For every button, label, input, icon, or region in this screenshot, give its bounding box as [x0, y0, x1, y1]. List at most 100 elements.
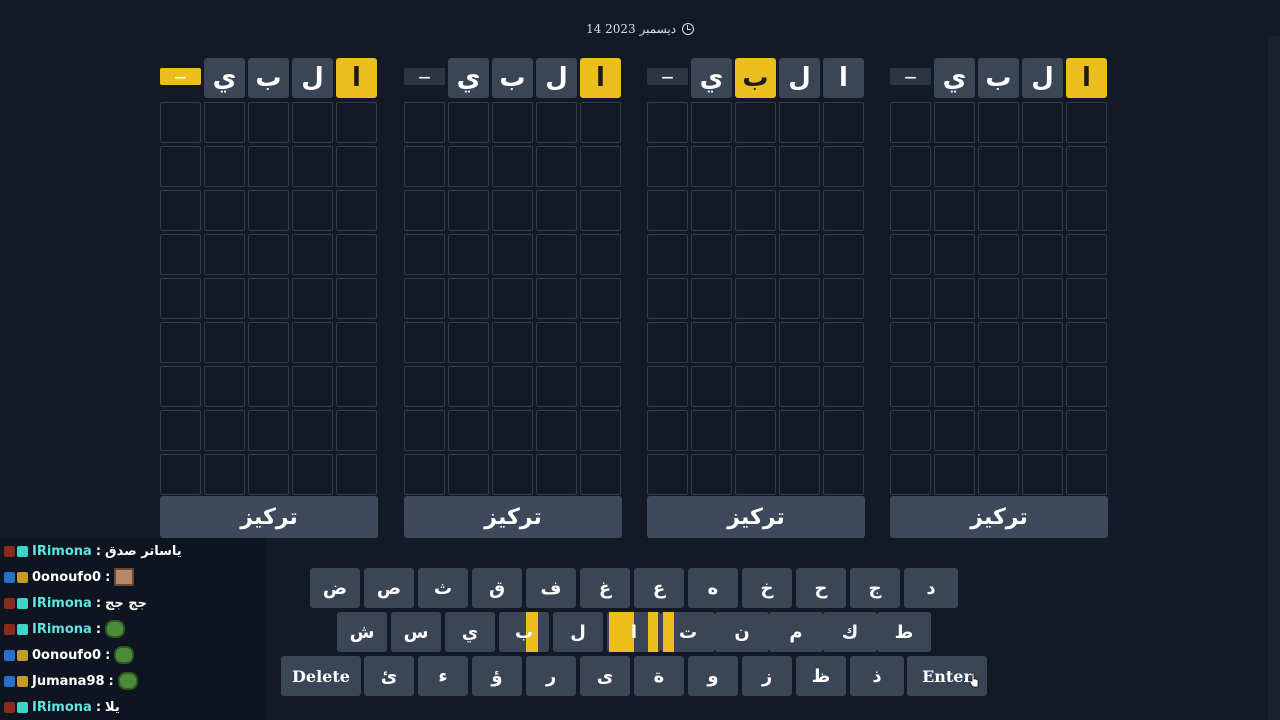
grid-cell [647, 454, 688, 495]
grid-cell [160, 366, 201, 407]
key[interactable]: و [688, 656, 738, 696]
chat-message: 0onoufo0: [4, 564, 135, 590]
key[interactable]: ك [823, 612, 877, 652]
focus-button[interactable]: تركيز [647, 496, 865, 538]
key[interactable]: ي [445, 612, 495, 652]
clock-icon [681, 23, 694, 35]
delete-key[interactable]: Delete [281, 656, 361, 696]
grid-cell [1022, 234, 1063, 275]
grid-cell [580, 410, 621, 451]
key[interactable]: ف [526, 568, 576, 608]
key[interactable]: ظ [796, 656, 846, 696]
key-ba[interactable]: ب [499, 612, 549, 652]
grid-cell [404, 190, 445, 231]
key[interactable]: خ [742, 568, 792, 608]
grid-cell [580, 454, 621, 495]
grid-cell [160, 190, 201, 231]
chat-overlay: IRimona: ياساتر صدق 0onoufo0: IRimona: ج… [0, 538, 266, 720]
key[interactable]: د [904, 568, 958, 608]
key[interactable]: ر [526, 656, 576, 696]
grid-cell [248, 146, 289, 187]
grid-cell [735, 322, 776, 363]
key[interactable]: ة [634, 656, 684, 696]
grid-cell [823, 410, 864, 451]
hand-cursor-icon [969, 672, 979, 688]
grid-cell [204, 146, 245, 187]
dash-glyph: — [174, 69, 187, 84]
grid-cell [292, 102, 333, 143]
subscriber-badge-icon [17, 545, 28, 557]
key[interactable]: م [769, 612, 823, 652]
key[interactable]: ئ [364, 656, 414, 696]
dash-glyph: — [904, 69, 917, 84]
key[interactable]: ل [553, 612, 603, 652]
header-dash-tile: — [160, 68, 201, 85]
grid-cell [1066, 234, 1107, 275]
grid-cell [248, 102, 289, 143]
key[interactable]: ن [715, 612, 769, 652]
grid-cell [448, 102, 489, 143]
key[interactable]: ج [850, 568, 900, 608]
header-letter-tile: ل [779, 58, 820, 98]
grid-cell [580, 278, 621, 319]
chat-username: IRimona [32, 543, 92, 559]
key[interactable]: ذ [850, 656, 904, 696]
page-scrollbar[interactable] [1268, 36, 1280, 720]
key[interactable]: ح [796, 568, 846, 608]
focus-button[interactable]: تركيز [890, 496, 1108, 538]
chat-username: 0onoufo0 [32, 647, 102, 663]
grid-cell [336, 366, 377, 407]
grid-cell [160, 234, 201, 275]
key[interactable]: ز [742, 656, 792, 696]
key[interactable]: ص [364, 568, 414, 608]
key[interactable]: ء [418, 656, 468, 696]
grid-cell [492, 322, 533, 363]
grid-cell [779, 278, 820, 319]
grid-cell [336, 234, 377, 275]
key[interactable]: ؤ [472, 656, 522, 696]
grid-cell [448, 410, 489, 451]
key[interactable]: ع [634, 568, 684, 608]
key[interactable]: ث [418, 568, 468, 608]
grid-cell [1066, 278, 1107, 319]
guess-grid [890, 102, 1107, 495]
grid-cell [890, 410, 931, 451]
chat-message: IRimona: جج جج [4, 590, 147, 616]
grid-cell [336, 278, 377, 319]
grid-cell [1022, 278, 1063, 319]
grid-cell [978, 234, 1019, 275]
subscriber-badge-icon [17, 571, 28, 583]
key[interactable]: ى [580, 656, 630, 696]
grid-cell [691, 190, 732, 231]
grid-cell [978, 146, 1019, 187]
grid-cell [204, 102, 245, 143]
board-header: — ي ب ل ا [890, 58, 1108, 98]
key[interactable]: ق [472, 568, 522, 608]
key[interactable]: ض [310, 568, 360, 608]
grid-cell [448, 234, 489, 275]
grid-cell [536, 102, 577, 143]
grid-cell [779, 366, 820, 407]
key[interactable]: غ [580, 568, 630, 608]
key[interactable]: س [391, 612, 441, 652]
board-2: — ي ب ل ا تركيز [404, 58, 622, 538]
key[interactable]: ه [688, 568, 738, 608]
focus-button[interactable]: تركيز [404, 496, 622, 538]
moderator-badge-icon [4, 597, 15, 609]
grid-cell [779, 190, 820, 231]
grid-cell [735, 102, 776, 143]
frog-emote-icon [114, 646, 135, 664]
key-ta[interactable]: ت [661, 612, 715, 652]
focus-button[interactable]: تركيز [160, 496, 378, 538]
header-dash-tile: — [404, 68, 445, 85]
key-alif[interactable]: ا [607, 612, 661, 652]
key[interactable]: ط [877, 612, 931, 652]
date-header: 14 ديسمبر 2023 [0, 22, 1280, 36]
grid-cell [691, 410, 732, 451]
grid-cell [536, 190, 577, 231]
header-dash-tile: — [890, 68, 931, 85]
grid-cell [934, 102, 975, 143]
grid-cell [1022, 410, 1063, 451]
key[interactable]: ش [337, 612, 387, 652]
grid-cell [204, 190, 245, 231]
